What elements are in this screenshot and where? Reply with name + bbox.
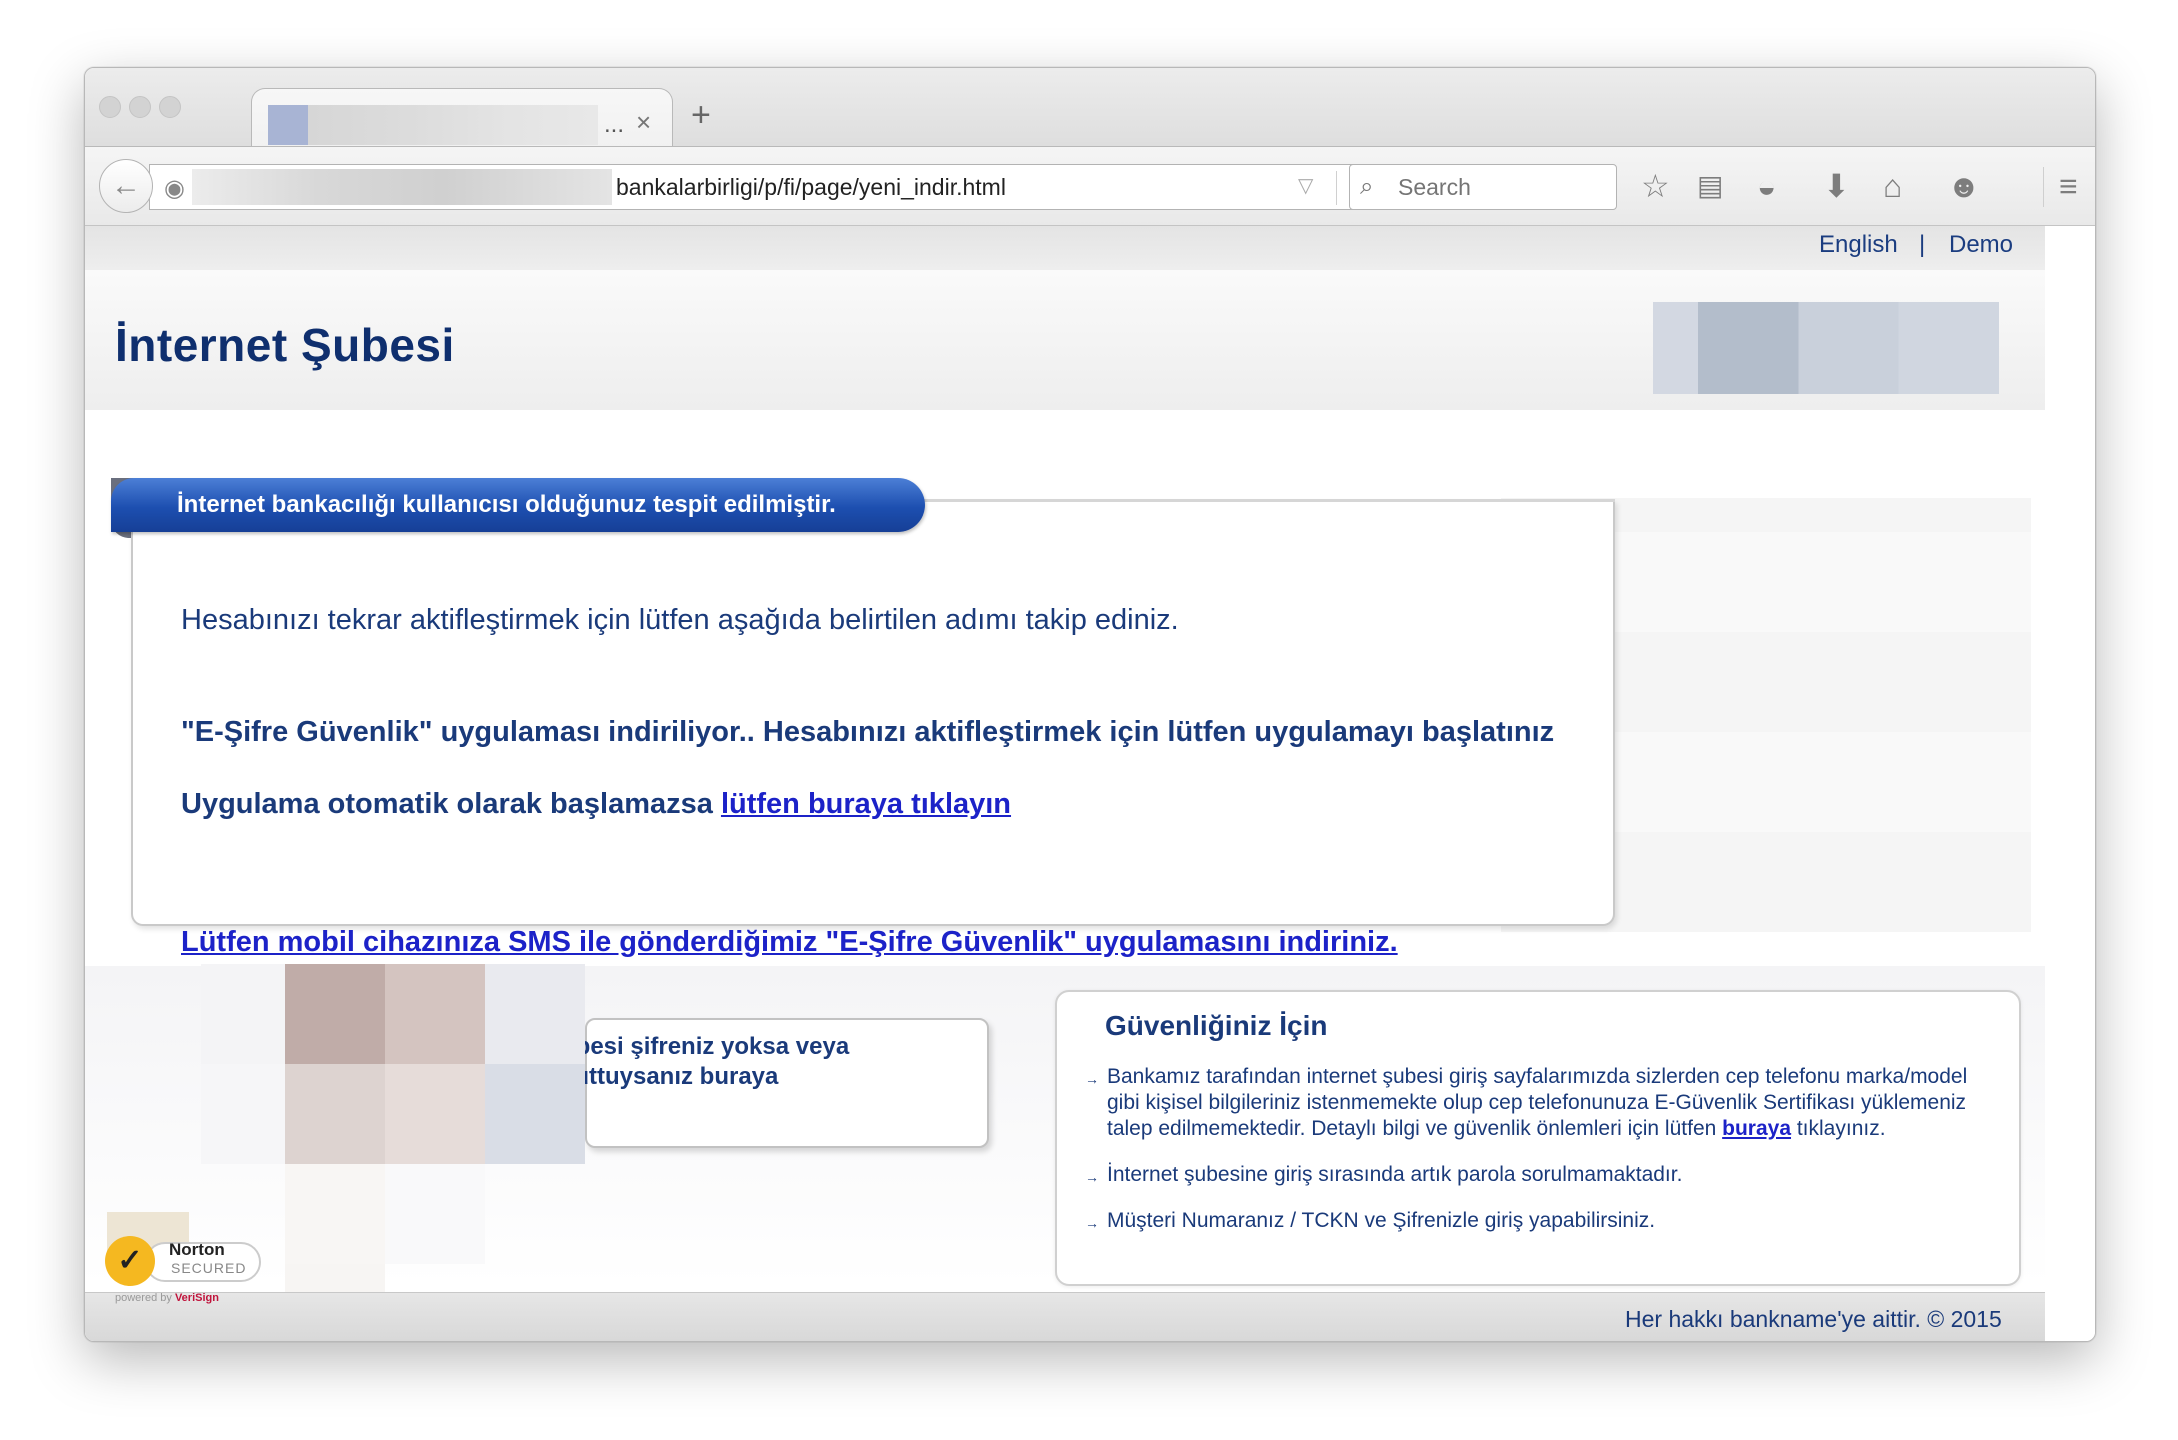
star-icon[interactable]: ☆ bbox=[1641, 169, 1670, 203]
site-identity-icon[interactable]: ◉ bbox=[164, 174, 185, 203]
tab-close-icon[interactable]: × bbox=[636, 107, 651, 138]
password-help-line2: unuttuysanız buraya bbox=[545, 1063, 779, 1090]
url-separator bbox=[1336, 171, 1337, 205]
password-help-line1: Şubesi şifreniz yoksa veya bbox=[545, 1033, 850, 1060]
security-item: → İnternet şubesine giriş sırasında artı… bbox=[1085, 1162, 1985, 1188]
powered-by-text: powered by bbox=[115, 1292, 175, 1304]
url-history-dropdown-icon[interactable]: ▽ bbox=[1298, 173, 1313, 198]
tab-favicon bbox=[268, 105, 308, 145]
security-title: Güvenliğiniz İçin bbox=[1105, 1010, 1328, 1041]
bullet-arrow-icon: → bbox=[1085, 1215, 1099, 1231]
site-logo[interactable]: İnternet Şubesi bbox=[115, 318, 455, 372]
security-item: → Bankamız tarafından internet şubesi gi… bbox=[1085, 1064, 1985, 1142]
bullet-arrow-icon: → bbox=[1085, 1169, 1099, 1185]
english-link[interactable]: English bbox=[1819, 231, 1898, 259]
copyright-text: Her hakkı bankname'ye aittir. © 2015 bbox=[1625, 1306, 2002, 1332]
notice-header: İnternet bankacılığı kullanıcısı olduğun… bbox=[111, 478, 925, 532]
fallback-text: Uygulama otomatik olarak başlamazsa bbox=[181, 788, 721, 820]
checkmark-icon: ✓ bbox=[105, 1236, 155, 1286]
security-item-text: İnternet şubesine giriş sırasında artık … bbox=[1107, 1163, 1683, 1186]
demo-link[interactable]: Demo bbox=[1949, 231, 2013, 259]
menu-icon[interactable]: ≡ bbox=[2059, 169, 2078, 203]
url-text[interactable]: bankalarbirligi/p/fi/page/yeni_indir.htm… bbox=[616, 174, 1006, 201]
url-redacted bbox=[192, 169, 612, 205]
close-window-button[interactable] bbox=[99, 96, 121, 118]
url-bar[interactable]: ◉ bankalarbirligi/p/fi/page/yeni_indir.h… bbox=[149, 164, 1415, 210]
norton-name: Norton bbox=[169, 1240, 225, 1259]
toolbar-separator bbox=[2043, 167, 2044, 207]
back-button[interactable]: ← bbox=[99, 159, 153, 213]
verisign-brand: VeriSign bbox=[174, 1292, 219, 1304]
security-item-suffix: tıklayınız. bbox=[1791, 1117, 1886, 1140]
bullet-arrow-icon: → bbox=[1085, 1071, 1099, 1087]
language-separator: | bbox=[1919, 231, 1926, 258]
tab-title-ellipsis: ... bbox=[604, 111, 625, 138]
search-icon: ⌕ bbox=[1360, 173, 1374, 200]
search-input[interactable] bbox=[1396, 173, 1600, 202]
tab-strip: ... × + bbox=[85, 68, 2095, 148]
pocket-icon[interactable]: ◒ bbox=[1757, 169, 1776, 203]
password-help-text: Şubesi şifreniz yoksa veya unuttuysanız … bbox=[545, 1032, 975, 1122]
home-icon[interactable]: ⌂ bbox=[1883, 169, 1902, 203]
tab-title-redacted bbox=[308, 105, 598, 145]
notice-fallback-message: Uygulama otomatik olarak başlamazsa lütf… bbox=[181, 788, 1011, 821]
back-arrow-icon: ← bbox=[111, 169, 141, 202]
notice-download-message: "E-Şifre Güvenlik" uygulaması indiriliyo… bbox=[181, 716, 1555, 748]
reading-list-icon[interactable]: ▤ bbox=[1697, 169, 1723, 203]
security-details-link[interactable]: buraya bbox=[1722, 1117, 1791, 1140]
security-list: → Bankamız tarafından internet şubesi gi… bbox=[1085, 1064, 1985, 1254]
site-header: İnternet Şubesi bbox=[85, 270, 2045, 410]
security-item-text: Müşteri Numaranız / TCKN ve Şifrenizle g… bbox=[1107, 1209, 1656, 1232]
security-item: → Müşteri Numaranız / TCKN ve Şifrenizle… bbox=[1085, 1208, 1985, 1234]
click-here-link[interactable]: lütfen buraya tıklayın bbox=[721, 788, 1011, 820]
search-box[interactable]: ⌕ bbox=[1349, 164, 1617, 210]
browser-window: ... × + ◉ bankalarbirligi/p/fi/page/yeni… bbox=[84, 67, 2096, 1342]
sms-download-link[interactable]: Lütfen mobil cihazınıza SMS ile gönderdi… bbox=[181, 926, 1398, 959]
page-footer: Her hakkı bankname'ye aittir. © 2015 bbox=[85, 1292, 2045, 1341]
download-icon[interactable]: ⬇ bbox=[1823, 169, 1850, 203]
navigation-bar: ◉ bankalarbirligi/p/fi/page/yeni_indir.h… bbox=[85, 146, 2095, 226]
notice-title: İnternet bankacılığı kullanıcısı olduğun… bbox=[177, 491, 836, 518]
notice-instruction: Hesabınızı tekrar aktifleştirmek için lü… bbox=[181, 604, 1179, 636]
page-viewport: English | Demo İnternet Şubesi İnternet … bbox=[85, 226, 2095, 1341]
emoji-icon[interactable]: ☻ bbox=[1947, 169, 1981, 203]
header-image-redacted bbox=[1653, 302, 1999, 394]
active-tab[interactable]: ... × bbox=[251, 88, 673, 148]
language-bar: English | Demo bbox=[85, 226, 2045, 271]
minimize-window-button[interactable] bbox=[129, 96, 151, 118]
norton-powered-by: powered by VeriSign bbox=[115, 1292, 219, 1304]
zoom-window-button[interactable] bbox=[159, 96, 181, 118]
new-tab-button[interactable]: + bbox=[691, 98, 711, 132]
norton-secured-badge[interactable]: ✓ Norton SECURED powered by VeriSign bbox=[105, 1236, 265, 1304]
notice-box bbox=[131, 500, 1615, 926]
norton-secured-label: SECURED bbox=[171, 1260, 247, 1276]
